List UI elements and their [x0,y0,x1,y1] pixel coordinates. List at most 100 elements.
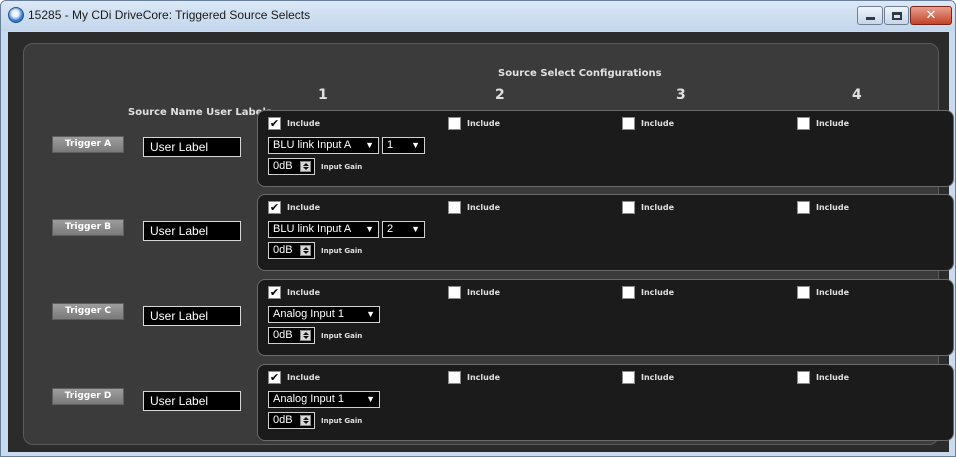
input-gain-d[interactable]: 0dB [268,412,315,429]
title-bar[interactable]: 15285 - My CDi DriveCore: Triggered Sour… [1,1,955,31]
include-checkbox-a2[interactable] [448,117,461,130]
source-select-d[interactable]: Analog Input 1 ▼ [268,391,380,408]
trigger-b-button[interactable]: Trigger B [52,219,124,236]
source-select-c[interactable]: Analog Input 1 ▼ [268,306,380,323]
minimize-button[interactable] [857,6,883,25]
include-checkbox-c3[interactable] [622,286,635,299]
maximize-button[interactable] [884,6,909,25]
input-gain-label: Input Gain [321,332,363,340]
channel-select-a[interactable]: 1 ▼ [382,137,425,154]
minimize-icon [865,17,875,20]
app-icon [8,7,24,23]
include-label: Include [641,203,675,212]
maximize-icon [891,11,902,20]
include-label: Include [641,119,675,128]
include-checkbox-d2[interactable] [448,371,461,384]
include-label: Include [287,373,321,382]
input-gain-label: Input Gain [321,417,363,425]
trigger-c-button[interactable]: Trigger C [52,303,124,320]
include-label: Include [641,288,675,297]
chevron-down-icon: ▼ [366,394,375,404]
chevron-down-icon: ▼ [365,140,374,150]
include-label: Include [816,203,850,212]
channel-select-value: 1 [387,139,394,151]
gain-value: 0dB [273,244,293,256]
include-label: Include [287,203,321,212]
trigger-b-user-label-field[interactable]: User Label [143,221,241,241]
column-header-2: 2 [495,87,505,103]
include-label: Include [467,203,501,212]
chevron-down-icon: ▼ [365,224,374,234]
check-icon: ✔ [269,201,280,214]
include-checkbox-b3[interactable] [622,201,635,214]
input-gain-c[interactable]: 0dB [268,327,315,344]
column-header-3: 3 [676,87,686,103]
chevron-down-icon: ▼ [411,140,420,150]
include-label: Include [287,119,321,128]
config-title: Source Select Configurations [498,68,662,79]
include-label: Include [287,288,321,297]
check-icon: ✔ [269,117,280,130]
trigger-a-config-panel: ✔ Include Include Include Include BLU li… [257,110,954,187]
input-gain-b[interactable]: 0dB [268,242,315,259]
source-select-b[interactable]: BLU link Input A ▼ [268,221,379,238]
include-checkbox-a1[interactable]: ✔ [268,117,281,130]
include-label: Include [467,373,501,382]
trigger-d-user-label-field[interactable]: User Label [143,391,241,411]
app-window: 15285 - My CDi DriveCore: Triggered Sour… [0,0,956,457]
spinner-icon[interactable] [300,245,311,256]
trigger-d-config-panel: ✔ Include Include Include Include Analog… [257,364,954,441]
trigger-d-button[interactable]: Trigger D [52,388,124,405]
include-label: Include [467,119,501,128]
column-header-1: 1 [318,87,328,103]
input-gain-label: Input Gain [321,163,363,171]
trigger-a-button[interactable]: Trigger A [52,136,124,153]
include-checkbox-b2[interactable] [448,201,461,214]
client-area: Source Select Configurations 1 2 3 4 Sou… [8,32,954,452]
close-button[interactable]: ✕ [910,6,952,25]
source-select-value: BLU link Input A [273,139,352,151]
window-title: 15285 - My CDi DriveCore: Triggered Sour… [28,8,311,22]
chevron-down-icon: ▼ [411,224,420,234]
column-header-4: 4 [852,87,862,103]
channel-select-value: 2 [387,223,394,235]
gain-value: 0dB [273,329,293,341]
trigger-c-config-panel: ✔ Include Include Include Include Analog… [257,279,954,356]
include-label: Include [641,373,675,382]
include-checkbox-d4[interactable] [797,371,810,384]
trigger-c-user-label-field[interactable]: User Label [143,306,241,326]
channel-select-b[interactable]: 2 ▼ [382,221,425,238]
check-icon: ✔ [269,371,280,384]
source-select-value: BLU link Input A [273,223,352,235]
spinner-icon[interactable] [300,330,311,341]
include-label: Include [816,373,850,382]
source-select-a[interactable]: BLU link Input A ▼ [268,137,379,154]
include-checkbox-a3[interactable] [622,117,635,130]
source-select-value: Analog Input 1 [273,308,344,320]
trigger-a-user-label-field[interactable]: User Label [143,137,241,157]
include-checkbox-a4[interactable] [797,117,810,130]
close-icon: ✕ [925,8,937,23]
chevron-down-icon: ▼ [366,309,375,319]
input-gain-a[interactable]: 0dB [268,158,315,175]
input-gain-label: Input Gain [321,247,363,255]
include-checkbox-d3[interactable] [622,371,635,384]
include-checkbox-c4[interactable] [797,286,810,299]
spinner-icon[interactable] [300,415,311,426]
source-name-user-labels-heading: Source Name User Labels [128,107,272,118]
source-select-value: Analog Input 1 [273,393,344,405]
spinner-icon[interactable] [300,161,311,172]
include-label: Include [467,288,501,297]
include-checkbox-b1[interactable]: ✔ [268,201,281,214]
include-checkbox-b4[interactable] [797,201,810,214]
include-checkbox-c2[interactable] [448,286,461,299]
include-checkbox-d1[interactable]: ✔ [268,371,281,384]
include-label: Include [816,119,850,128]
include-label: Include [816,288,850,297]
triggered-source-panel: Source Select Configurations 1 2 3 4 Sou… [23,43,954,445]
include-checkbox-c1[interactable]: ✔ [268,286,281,299]
gain-value: 0dB [273,160,293,172]
gain-value: 0dB [273,414,293,426]
check-icon: ✔ [269,286,280,299]
trigger-b-config-panel: ✔ Include Include Include Include BLU li… [257,194,954,271]
